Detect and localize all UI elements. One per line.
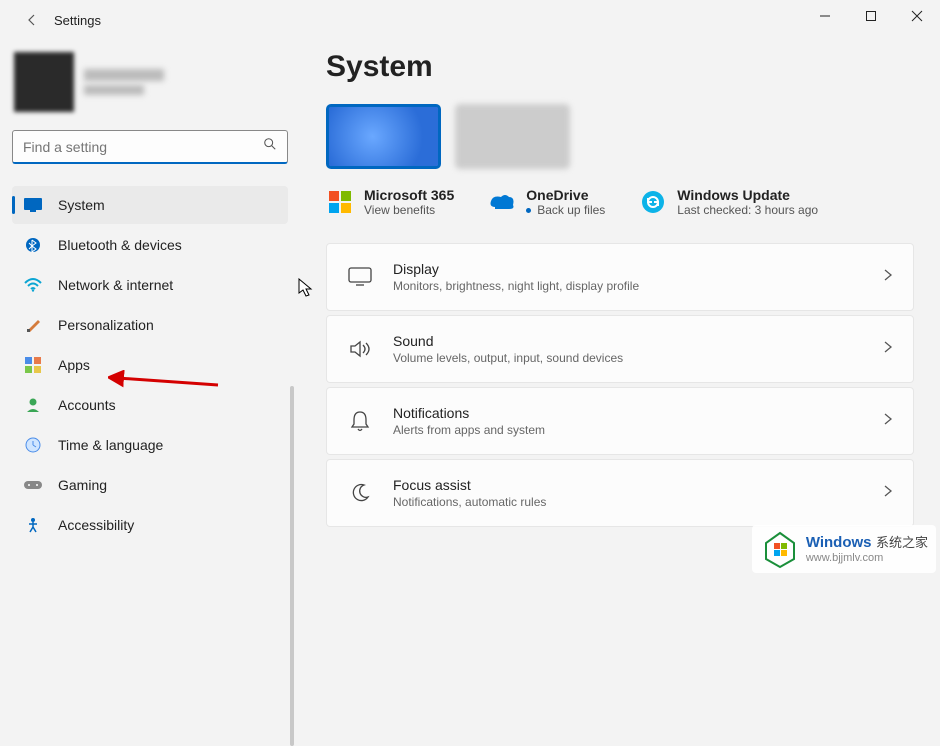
device-preview-row [326,104,914,169]
bell-icon [347,408,373,434]
chevron-right-icon [883,340,893,359]
settings-card-list: Display Monitors, brightness, night ligh… [326,243,914,527]
card-title: Sound [393,333,863,349]
service-sub: Back up files [526,203,605,217]
onedrive-icon [488,188,516,216]
card-sub: Alerts from apps and system [393,423,863,437]
nav-item-accounts[interactable]: Accounts [12,386,288,424]
nav-label: Bluetooth & devices [58,237,182,253]
nav-item-apps[interactable]: Apps [12,346,288,384]
card-sub: Volume levels, output, input, sound devi… [393,351,863,365]
update-icon [639,188,667,216]
watermark-brand: Windows [806,534,872,551]
nav-label: Personalization [58,317,154,333]
chevron-right-icon [883,412,893,431]
nav-item-bluetooth[interactable]: Bluetooth & devices [12,226,288,264]
ms365-icon [326,188,354,216]
nav-item-time-language[interactable]: Time & language [12,426,288,464]
accessibility-icon [24,516,42,534]
nav-item-network[interactable]: Network & internet [12,266,288,304]
card-title: Notifications [393,405,863,421]
sidebar: System Bluetooth & devices Network & int… [0,40,300,577]
nav-item-personalization[interactable]: Personalization [12,306,288,344]
bluetooth-icon [24,236,42,254]
titlebar: Settings [0,0,940,40]
moon-icon [347,480,373,506]
profile-text [84,69,164,95]
nav-label: Apps [58,357,90,373]
watermark: Windows 系统之家 www.bjjmlv.com [752,525,936,573]
sound-icon [347,336,373,362]
nav-label: Accessibility [58,517,134,533]
nav-item-system[interactable]: System [12,186,288,224]
scrollbar[interactable] [290,386,294,746]
minimize-button[interactable] [802,0,848,32]
card-notifications[interactable]: Notifications Alerts from apps and syste… [326,387,914,455]
service-sub: Last checked: 3 hours ago [677,203,818,217]
card-title: Display [393,261,863,277]
nav-label: Accounts [58,397,116,413]
nav-item-accessibility[interactable]: Accessibility [12,506,288,544]
card-sub: Monitors, brightness, night light, displ… [393,279,863,293]
device-card-primary[interactable] [326,104,441,169]
apps-icon [24,356,42,374]
maximize-button[interactable] [848,0,894,32]
card-sub: Notifications, automatic rules [393,495,863,509]
service-row: Microsoft 365 View benefits OneDrive Bac… [326,187,914,217]
service-onedrive[interactable]: OneDrive Back up files [488,187,605,217]
search-box[interactable] [12,130,288,164]
search-icon [263,137,277,156]
page-title: System [326,50,914,84]
chevron-right-icon [883,268,893,287]
nav-label: Network & internet [58,277,173,293]
nav-label: Time & language [58,437,163,453]
service-title: Windows Update [677,187,818,203]
card-display[interactable]: Display Monitors, brightness, night ligh… [326,243,914,311]
brush-icon [24,316,42,334]
card-focus-assist[interactable]: Focus assist Notifications, automatic ru… [326,459,914,527]
service-windows-update[interactable]: Windows Update Last checked: 3 hours ago [639,187,818,217]
profile-block[interactable] [12,48,288,130]
person-icon [24,396,42,414]
watermark-url: www.bjjmlv.com [806,552,928,564]
window-controls [802,0,940,32]
clock-globe-icon [24,436,42,454]
system-icon [24,196,42,214]
chevron-right-icon [883,484,893,503]
nav-label: Gaming [58,477,107,493]
display-icon [347,264,373,290]
watermark-logo-icon [760,529,800,569]
wifi-icon [24,276,42,294]
device-card-secondary[interactable] [455,104,570,169]
close-button[interactable] [894,0,940,32]
back-button[interactable] [18,6,46,34]
service-ms365[interactable]: Microsoft 365 View benefits [326,187,454,217]
gamepad-icon [24,476,42,494]
nav-list: System Bluetooth & devices Network & int… [12,186,288,544]
main-content: System Microsoft 365 View benefits OneDr… [300,40,940,577]
watermark-cn: 系统之家 [876,535,928,550]
avatar [14,52,74,112]
nav-label: System [58,197,105,213]
card-title: Focus assist [393,477,863,493]
service-title: OneDrive [526,187,605,203]
service-sub: View benefits [364,203,454,217]
nav-item-gaming[interactable]: Gaming [12,466,288,504]
search-input[interactable] [23,139,263,155]
service-title: Microsoft 365 [364,187,454,203]
app-title: Settings [54,13,101,28]
status-dot-icon [526,208,531,213]
card-sound[interactable]: Sound Volume levels, output, input, soun… [326,315,914,383]
